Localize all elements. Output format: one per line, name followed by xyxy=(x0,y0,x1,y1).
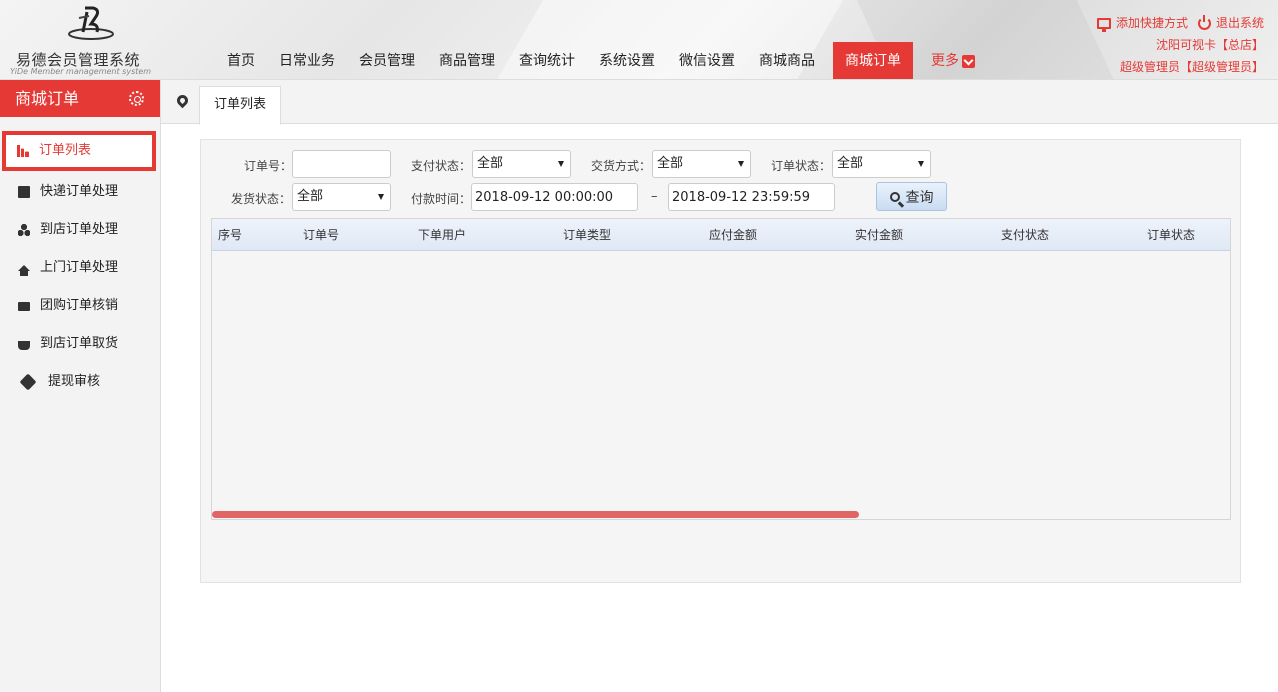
pay-time-start-input[interactable] xyxy=(471,183,638,211)
search-button-label: 查询 xyxy=(905,189,934,206)
order-status-value: 全部 xyxy=(837,156,864,171)
logo-subtitle: YiDe Member management system xyxy=(10,67,152,76)
column-header-index[interactable]: 序号 xyxy=(218,219,242,251)
dropdown-arrow-icon xyxy=(558,161,564,167)
tab-bar: 订单列表 xyxy=(161,80,1278,125)
sidebar-item-label: 提现审核 xyxy=(48,374,101,389)
column-header-order-type[interactable]: 订单类型 xyxy=(563,219,611,251)
sidebar-item-label: 团购订单核销 xyxy=(40,298,119,313)
mail-icon xyxy=(18,301,30,311)
bar-chart-icon xyxy=(17,145,29,157)
order-list-panel: 订单号： 支付状态： 全部 交货方式： 全部 订单状态： 全部 发货状态： 全部… xyxy=(200,139,1241,583)
column-header-amount-paid[interactable]: 实付金额 xyxy=(855,219,903,251)
sidebar-item-withdraw-review[interactable]: 提现审核 xyxy=(0,363,160,401)
dropdown-arrow-icon xyxy=(378,194,384,200)
sidebar-item-label: 上门订单处理 xyxy=(40,260,119,275)
search-button[interactable]: 查询 xyxy=(876,182,947,211)
sidebar-item-label: 订单列表 xyxy=(39,143,92,158)
sidebar-item-group-buy-verify[interactable]: 团购订单核销 xyxy=(0,287,160,325)
sidebar-item-label: 快递订单处理 xyxy=(40,184,119,199)
power-icon xyxy=(1197,14,1211,30)
pay-status-value: 全部 xyxy=(477,156,504,171)
nav-more-label: 更多 xyxy=(931,53,959,69)
delivery-method-label: 交货方式： xyxy=(591,159,652,173)
nav-item-wechat-settings[interactable]: 微信设置 xyxy=(667,42,747,79)
ship-status-select[interactable]: 全部 xyxy=(292,183,391,211)
wrench-icon xyxy=(19,373,37,391)
order-status-select[interactable]: 全部 xyxy=(832,150,931,178)
sidebar-header: 商城订单 xyxy=(0,80,160,117)
document-icon xyxy=(18,186,30,198)
dropdown-arrow-icon xyxy=(738,161,744,167)
chevron-down-icon xyxy=(962,54,975,68)
nav-item-mall-products[interactable]: 商城商品 xyxy=(747,42,827,79)
nav-item-query-statistics[interactable]: 查询统计 xyxy=(507,42,587,79)
column-header-customer[interactable]: 下单用户 xyxy=(418,219,466,251)
search-icon xyxy=(889,191,900,202)
table-header: 序号 订单号 下单用户 订单类型 应付金额 实付金额 支付状态 订单状态 xyxy=(212,219,1230,251)
logo-icon xyxy=(68,6,114,40)
orders-table: 序号 订单号 下单用户 订单类型 应付金额 实付金额 支付状态 订单状态 xyxy=(211,218,1231,520)
monitor-icon xyxy=(1096,17,1111,32)
user-role: 超级管理员【超级管理员】 xyxy=(1119,60,1264,74)
column-header-amount-due[interactable]: 应付金额 xyxy=(709,219,757,251)
delivery-method-value: 全部 xyxy=(657,156,684,171)
add-shortcut-label: 添加快捷方式 xyxy=(1115,16,1188,30)
order-status-label: 订单状态： xyxy=(771,159,832,173)
nav-item-more[interactable]: 更多 xyxy=(919,42,987,79)
location-pin-icon xyxy=(174,92,191,109)
sidebar-item-order-list[interactable]: 订单列表 xyxy=(2,131,156,171)
column-header-order-status[interactable]: 订单状态 xyxy=(1147,219,1195,251)
store-name: 沈阳可视卡【总店】 xyxy=(1155,38,1264,52)
pay-time-label: 付款时间： xyxy=(411,192,472,206)
sidebar-item-instore-pickup[interactable]: 到店订单取货 xyxy=(0,325,160,363)
logout-label: 退出系统 xyxy=(1215,16,1264,30)
date-range-separator: – xyxy=(651,189,658,204)
sidebar-item-instore-orders[interactable]: 到店订单处理 xyxy=(0,211,160,249)
nav-item-mall-orders[interactable]: 商城订单 xyxy=(833,42,913,79)
horizontal-scrollbar[interactable] xyxy=(212,511,859,518)
pay-status-label: 支付状态： xyxy=(411,159,472,173)
nav-item-home[interactable]: 首页 xyxy=(215,42,267,79)
logout-link[interactable]: 退出系统 xyxy=(1197,12,1264,34)
order-no-input[interactable] xyxy=(292,150,391,178)
logo: 易德会员管理系统 YiDe Member management system xyxy=(10,2,160,78)
order-no-label: 订单号： xyxy=(244,159,293,173)
delivery-method-select[interactable]: 全部 xyxy=(652,150,751,178)
nav-item-member-management[interactable]: 会员管理 xyxy=(347,42,427,79)
main-nav: 首页 日常业务 会员管理 商品管理 查询统计 系统设置 微信设置 商城商品 商城… xyxy=(215,42,987,79)
column-header-order-no[interactable]: 订单号 xyxy=(303,219,339,251)
sidebar-item-express-orders[interactable]: 快递订单处理 xyxy=(0,173,160,211)
tab-order-list[interactable]: 订单列表 xyxy=(199,86,282,125)
pay-time-end-input[interactable] xyxy=(668,183,835,211)
nav-item-daily-business[interactable]: 日常业务 xyxy=(267,42,347,79)
pay-status-select[interactable]: 全部 xyxy=(472,150,571,178)
sidebar-title: 商城订单 xyxy=(15,89,80,108)
dropdown-arrow-icon xyxy=(918,161,924,167)
sidebar-item-label: 到店订单处理 xyxy=(40,222,119,237)
nav-item-system-settings[interactable]: 系统设置 xyxy=(587,42,667,79)
nav-item-product-management[interactable]: 商品管理 xyxy=(427,42,507,79)
header: 易德会员管理系统 YiDe Member management system 首… xyxy=(0,0,1278,80)
ship-status-value: 全部 xyxy=(297,189,324,204)
cubes-icon xyxy=(18,224,30,236)
add-shortcut-link[interactable]: 添加快捷方式 xyxy=(1096,12,1188,34)
gear-icon[interactable] xyxy=(129,91,144,106)
sidebar-item-home-service-orders[interactable]: 上门订单处理 xyxy=(0,249,160,287)
home-icon xyxy=(18,265,30,276)
sidebar-item-label: 到店订单取货 xyxy=(40,336,119,351)
basket-icon xyxy=(18,341,30,350)
sidebar: 商城订单 订单列表 快递订单处理 到店订单处理 上门订单处理 团购订单核销 到店… xyxy=(0,80,161,692)
ship-status-label: 发货状态： xyxy=(231,192,292,206)
user-info: 添加快捷方式 退出系统 沈阳可视卡【总店】 超级管理员【超级管理员】 xyxy=(1096,12,1264,78)
column-header-pay-status[interactable]: 支付状态 xyxy=(1001,219,1049,251)
